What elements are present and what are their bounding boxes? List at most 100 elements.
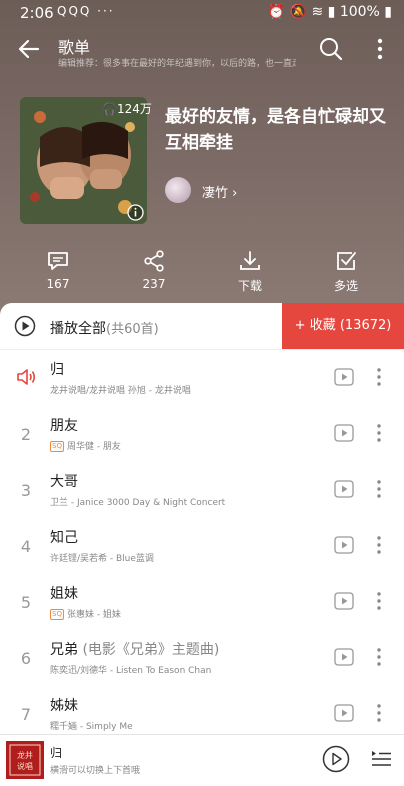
song-title: 归 <box>50 359 64 379</box>
mv-play-icon[interactable] <box>334 368 354 386</box>
mini-player[interactable]: 龙井 说唱 归 横滑可以切换上下首哦 <box>0 734 404 786</box>
song-row[interactable]: 2 朋友 SQ 周华健 - 朋友 <box>0 406 404 462</box>
song-more-icon[interactable] <box>374 647 384 667</box>
song-row[interactable]: 4 知己 许廷铿/吴若希 - Blue蓝调 <box>0 518 404 574</box>
download-label: 下载 <box>237 279 262 293</box>
multiselect-label: 多选 <box>333 279 358 293</box>
download-button[interactable]: 下载 <box>210 250 290 294</box>
mini-play-icon[interactable] <box>322 745 350 773</box>
song-row[interactable]: 6 兄弟 (电影《兄弟》主题曲) 陈奕迅/刘德华 - Listen To Eas… <box>0 630 404 686</box>
song-row[interactable]: 3 大哥 卫兰 - Janice 3000 Day & Night Concer… <box>0 462 404 518</box>
now-playing-speaker-icon <box>17 369 36 385</box>
info-icon[interactable] <box>127 204 144 221</box>
play-count-value: 124万 <box>116 102 152 116</box>
song-meta: 龙井说唱/龙井说唱 孙旭 - 龙井说唱 <box>50 386 191 396</box>
song-meta: 卫兰 - Janice 3000 Day & Night Concert <box>50 498 226 508</box>
song-number: 5 <box>20 593 32 612</box>
playlist-queue-icon[interactable] <box>370 748 392 770</box>
status-right: ⏰ 🔕 ≋ ▮ 100% ▮ <box>268 4 392 20</box>
song-title-text: 大哥 <box>50 474 78 490</box>
song-title-text: 姐妹 <box>50 586 78 602</box>
song-more-icon[interactable] <box>374 479 384 499</box>
more-options-icon[interactable] <box>370 36 390 62</box>
status-bar: 2:06 QQQ ··· ⏰ 🔕 ≋ ▮ 100% ▮ <box>0 0 404 24</box>
song-list-sheet: 播放全部(共60首) + 收藏 (13672) 归 龙井说唱/龙井说唱 孙旭 -… <box>0 303 404 785</box>
svg-text:龙井: 龙井 <box>17 750 33 760</box>
song-row[interactable]: 归 龙井说唱/龙井说唱 孙旭 - 龙井说唱 <box>0 350 404 406</box>
song-meta: 陈奕迅/刘德华 - Listen To Eason Chan <box>50 666 212 676</box>
top-bar: 歌单 编辑推荐：很多事在最好的年纪遇到你，以后的路，也一直走下去吧 <box>0 28 404 72</box>
song-title-text: 兄弟 <box>50 642 78 658</box>
song-total-count: (共60首) <box>106 322 159 337</box>
song-more-icon[interactable] <box>374 535 384 555</box>
comment-icon <box>48 252 68 270</box>
search-icon[interactable] <box>318 36 344 62</box>
mv-play-icon[interactable] <box>334 480 354 498</box>
song-title-text: 知己 <box>50 530 78 546</box>
song-more-icon[interactable] <box>374 367 384 387</box>
song-title: 知己 <box>50 527 78 547</box>
battery-icon: ▮ <box>379 4 392 20</box>
system-icons: ⏰ 🔕 ≋ ▮ <box>267 4 340 20</box>
play-all-text: 播放全部 <box>50 321 106 337</box>
comment-count: 167 <box>46 277 70 291</box>
song-title: 兄弟 (电影《兄弟》主题曲) <box>50 639 219 659</box>
play-count: 🎧124万 <box>102 100 152 117</box>
battery-level: 100% <box>339 4 380 20</box>
song-number: 3 <box>20 481 32 500</box>
mini-player-title: 归 <box>50 746 63 760</box>
song-row[interactable]: 5 姐妹 SQ 张惠妹 - 姐妹 <box>0 574 404 630</box>
mini-player-cover[interactable]: 龙井 说唱 <box>6 741 44 779</box>
author-link[interactable]: 凄竹 › <box>202 182 237 201</box>
share-icon <box>144 250 164 272</box>
song-title: 大哥 <box>50 471 78 491</box>
song-number: 4 <box>20 537 32 556</box>
song-number: 6 <box>20 649 32 668</box>
song-title-suffix: (电影《兄弟》主题曲) <box>82 642 220 658</box>
multiselect-icon <box>337 252 356 270</box>
page-subtitle: 编辑推荐：很多事在最好的年纪遇到你，以后的路，也一直走下去吧 <box>58 59 296 69</box>
action-bar: 167 237 下载 多选 <box>0 250 404 300</box>
playlist-title: 最好的友情，是各自忙碌却又互相牵挂 <box>165 107 386 153</box>
headphones-icon: 🎧 <box>102 102 117 116</box>
song-title: 朋友 <box>50 415 78 435</box>
mini-player-hint: 横滑可以切换上下首哦 <box>50 766 141 776</box>
mv-play-icon[interactable] <box>334 592 354 610</box>
song-more-icon[interactable] <box>374 423 384 443</box>
download-icon <box>240 251 260 270</box>
song-meta: 糯千婳 - Simply Me <box>50 722 133 732</box>
author-avatar[interactable] <box>165 177 191 203</box>
sq-badge: SQ <box>50 441 64 452</box>
song-more-icon[interactable] <box>374 591 384 611</box>
multiselect-button[interactable]: 多选 <box>306 250 386 294</box>
mv-play-icon[interactable] <box>334 704 354 722</box>
notification-icons: QQQ ··· <box>57 4 115 18</box>
song-title: 姐妹 <box>50 583 78 603</box>
sq-badge: SQ <box>50 609 64 620</box>
svg-text:说唱: 说唱 <box>17 761 33 771</box>
share-button[interactable]: 237 <box>114 250 194 291</box>
play-all-label[interactable]: 播放全部(共60首) <box>50 318 159 338</box>
status-time: 2:06 <box>20 4 54 22</box>
share-count: 237 <box>142 277 166 291</box>
song-meta: 许廷铿/吴若希 - Blue蓝调 <box>50 554 154 564</box>
back-arrow-icon[interactable] <box>16 36 42 62</box>
song-meta: SQ 张惠妹 - 姐妹 <box>50 607 121 620</box>
mv-play-icon[interactable] <box>334 648 354 666</box>
mv-play-icon[interactable] <box>334 424 354 442</box>
chevron-right-icon: › <box>232 186 238 201</box>
comment-button[interactable]: 167 <box>18 250 98 291</box>
song-title-text: 姊妹 <box>50 698 78 714</box>
song-title-text: 朋友 <box>50 418 78 434</box>
play-circle-icon[interactable] <box>14 315 36 337</box>
page-title: 歌单 <box>58 38 91 57</box>
mini-cover-art: 龙井 说唱 <box>6 741 44 779</box>
collect-button[interactable]: + 收藏 (13672) <box>282 303 404 349</box>
song-meta: SQ 周华健 - 朋友 <box>50 439 121 452</box>
play-all-row[interactable]: 播放全部(共60首) + 收藏 (13672) <box>0 303 404 350</box>
song-more-icon[interactable] <box>374 703 384 723</box>
song-artist-album: 周华健 - 朋友 <box>66 442 121 452</box>
mv-play-icon[interactable] <box>334 536 354 554</box>
song-title: 姊妹 <box>50 695 78 715</box>
song-artist-album: 张惠妹 - 姐妹 <box>66 610 121 620</box>
